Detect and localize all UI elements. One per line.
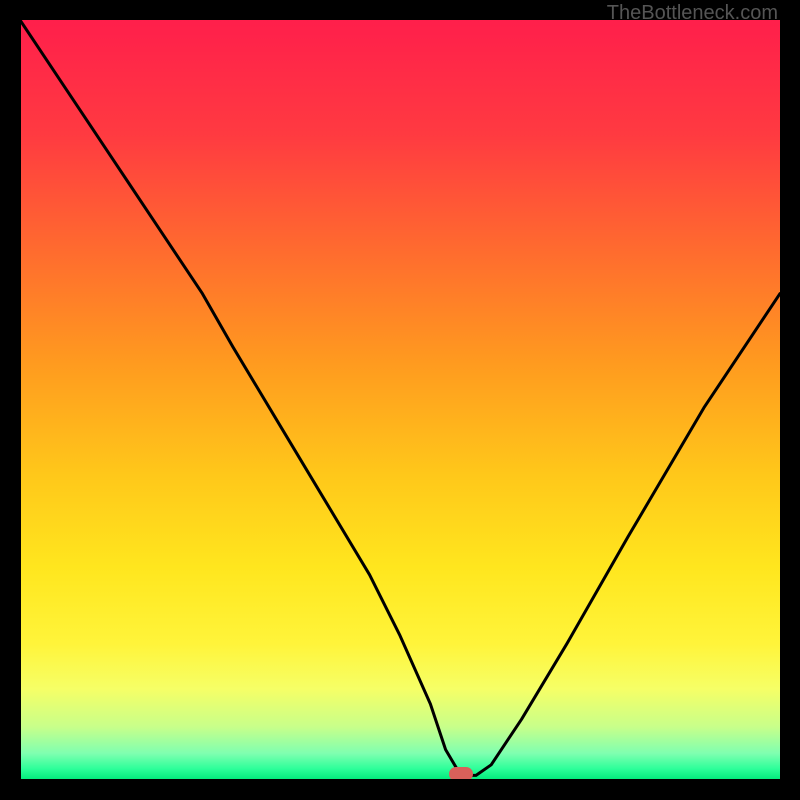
chart-container: TheBottleneck.com <box>0 0 800 800</box>
x-axis <box>18 779 782 782</box>
y-axis <box>18 18 21 782</box>
plot-area <box>20 20 780 780</box>
bottleneck-curve <box>20 20 780 780</box>
watermark-text: TheBottleneck.com <box>607 2 778 25</box>
